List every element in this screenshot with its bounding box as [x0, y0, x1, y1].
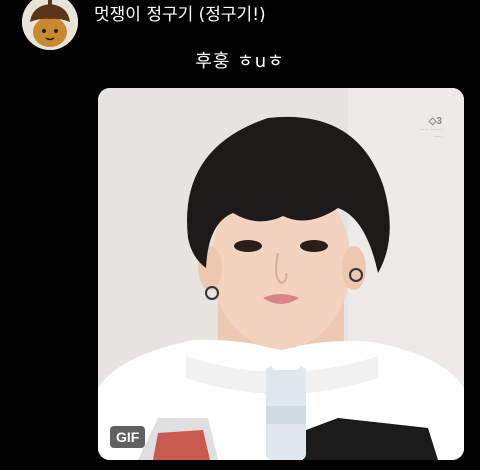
acorn-character-icon: [22, 0, 78, 50]
post-header: 멋쟁이 정구기 (정구기!): [0, 0, 480, 50]
gif-media[interactable]: ◇3 ··· ·· ······· ····· GIF: [98, 88, 464, 460]
post-caption: 후훙 ㅎuㅎ: [195, 51, 285, 72]
author-name[interactable]: 멋쟁이 정구기 (정구기!): [94, 4, 266, 26]
avatar[interactable]: [22, 0, 78, 50]
wall-sign: ◇3 ··· ·· ······· ·····: [419, 116, 442, 140]
gif-badge: GIF: [110, 426, 146, 448]
gif-image: [98, 88, 464, 460]
